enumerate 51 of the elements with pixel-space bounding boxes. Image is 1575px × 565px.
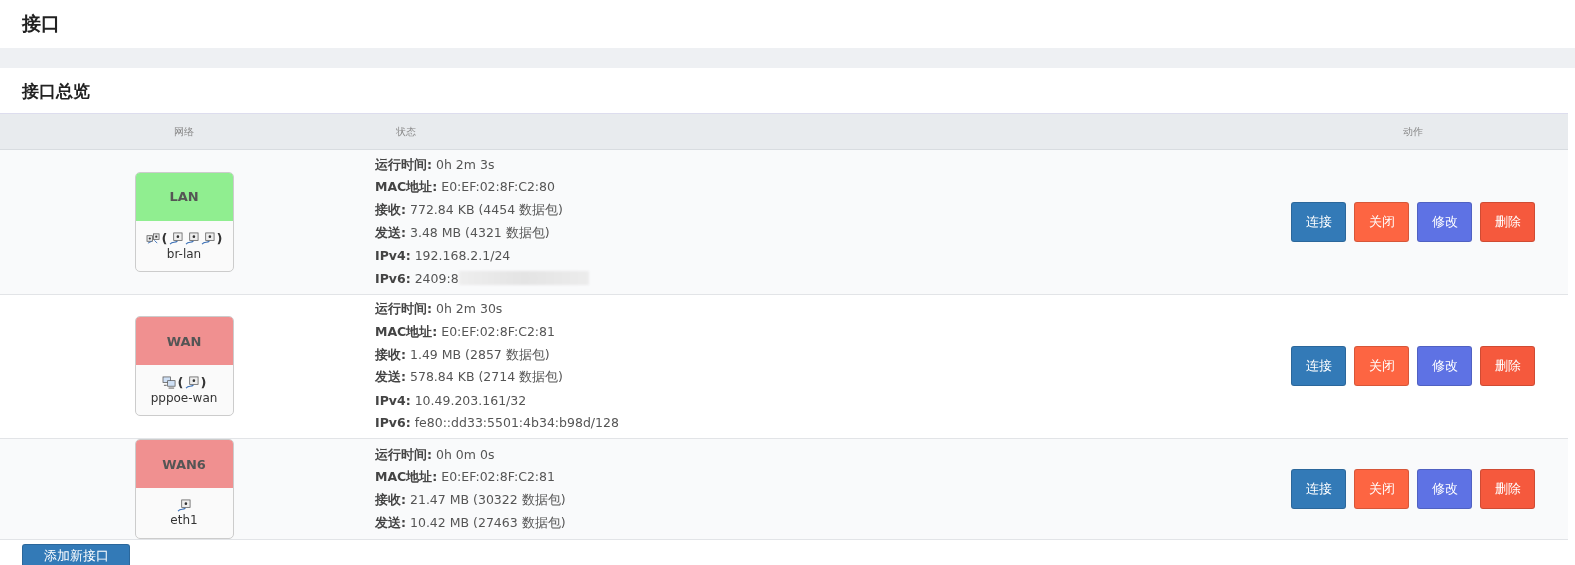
column-header: 网络 bbox=[174, 124, 194, 139]
device-name: eth1 bbox=[170, 513, 198, 528]
ethernet-port-icon bbox=[184, 231, 200, 245]
action-button[interactable]: 修改 bbox=[1417, 346, 1472, 387]
ethernet-port-icon bbox=[168, 231, 184, 245]
bracket: ( bbox=[177, 375, 184, 391]
status-line: 接收: 1.49 MB (2857 数据包) bbox=[375, 346, 550, 364]
status-line: 接收: 21.47 MB (30322 数据包) bbox=[375, 491, 566, 509]
status-line: 运行时间: 0h 2m 3s bbox=[375, 156, 495, 174]
action-button[interactable]: 连接 bbox=[1291, 346, 1346, 387]
interface-name: WAN6 bbox=[135, 440, 233, 489]
action-button[interactable]: 连接 bbox=[1291, 469, 1346, 510]
action-button[interactable]: 关闭 bbox=[1354, 346, 1409, 387]
interface-name: LAN bbox=[135, 172, 233, 221]
status-line: IPv4: 10.49.203.161/32 bbox=[375, 392, 527, 408]
status-line: IPv6: fe80::dd33:5501:4b34:b98d/128 bbox=[375, 415, 619, 431]
page-title: 接口 bbox=[22, 11, 60, 36]
status-line: IPv6: 2409:8 bbox=[375, 270, 459, 286]
bracket: ) bbox=[200, 375, 207, 391]
status-line: 发送: 578.84 KB (2714 数据包) bbox=[375, 369, 563, 387]
action-button[interactable]: 修改 bbox=[1417, 469, 1472, 510]
status-line: MAC地址: E0:EF:02:8F:C2:81 bbox=[375, 323, 555, 341]
bracket: ) bbox=[216, 230, 223, 246]
status-line: 发送: 10.42 MB (27463 数据包) bbox=[375, 514, 566, 532]
status-line: MAC地址: E0:EF:02:8F:C2:81 bbox=[375, 469, 555, 487]
device-name: pppoe-wan bbox=[150, 391, 218, 406]
device-name: br-lan bbox=[166, 246, 202, 261]
action-button[interactable]: 关闭 bbox=[1354, 469, 1409, 510]
action-button[interactable]: 修改 bbox=[1417, 201, 1472, 242]
ethernet-port-icon bbox=[184, 376, 200, 390]
section-title: 接口总览 bbox=[20, 80, 91, 103]
column-header: 动作 bbox=[1403, 124, 1423, 139]
action-button[interactable]: 连接 bbox=[1291, 201, 1346, 242]
bridge-icon bbox=[145, 231, 161, 245]
status-line: 运行时间: 0h 0m 0s bbox=[375, 446, 495, 464]
computers-icon bbox=[161, 376, 177, 390]
action-button[interactable]: 删除 bbox=[1480, 346, 1535, 387]
status-line: 发送: 3.48 MB (4321 数据包) bbox=[375, 224, 550, 242]
action-button[interactable]: 关闭 bbox=[1354, 201, 1409, 242]
column-header: 状态 bbox=[395, 124, 417, 139]
bracket: ( bbox=[161, 230, 168, 246]
ethernet-port-icon bbox=[200, 231, 216, 245]
status-line: 接收: 772.84 KB (4454 数据包) bbox=[375, 202, 563, 219]
interface-name: WAN bbox=[135, 317, 233, 366]
action-button[interactable]: 删除 bbox=[1480, 469, 1535, 510]
action-button[interactable]: 删除 bbox=[1480, 201, 1535, 242]
status-line: IPv4: 192.168.2.1/24 bbox=[375, 248, 511, 264]
status-line: 运行时间: 0h 2m 30s bbox=[375, 301, 503, 319]
ethernet-port-icon bbox=[176, 499, 192, 513]
status-line: MAC地址: E0:EF:02:8F:C2:80 bbox=[375, 179, 555, 197]
add-interface-button[interactable]: 添加新接口 bbox=[22, 544, 130, 565]
